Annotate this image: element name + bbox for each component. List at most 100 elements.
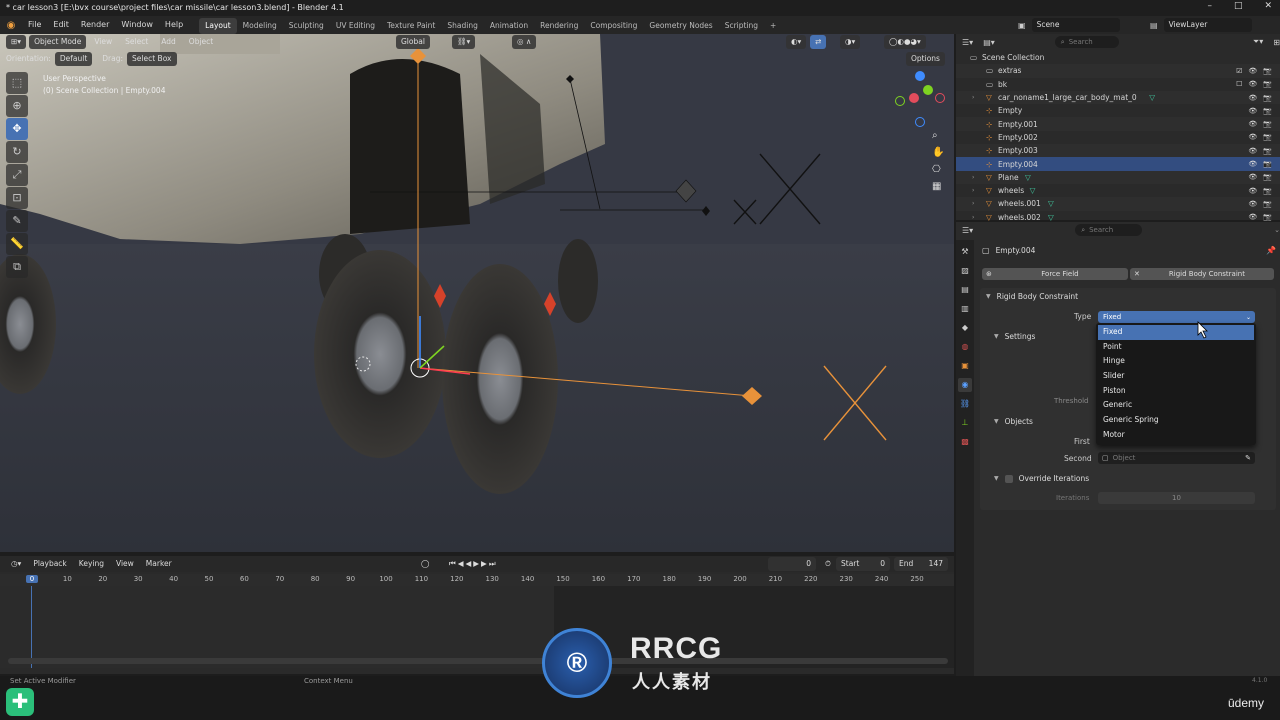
- visibility-icon[interactable]: ◐▾: [786, 35, 807, 49]
- tool-tab-icon[interactable]: ⚒: [958, 245, 972, 259]
- mode-dropdown[interactable]: Object Mode: [29, 35, 87, 49]
- scene-selector[interactable]: ▣ Scene: [1018, 18, 1120, 32]
- outliner-row[interactable]: ▭ Scene Collection: [956, 51, 1280, 64]
- render-camera-icon[interactable]: 📷: [1263, 160, 1272, 168]
- start-frame-field[interactable]: Start 0: [836, 557, 890, 571]
- override-checkbox[interactable]: [1004, 474, 1013, 483]
- tab-texture-paint[interactable]: Texture Paint: [381, 18, 441, 34]
- snap-icon[interactable]: ⛓▾: [452, 35, 476, 49]
- render-camera-icon[interactable]: 📷: [1263, 94, 1272, 102]
- type-option-generic-spring[interactable]: Generic Spring: [1098, 413, 1254, 428]
- type-option-slider[interactable]: Slider: [1098, 369, 1254, 384]
- 3d-viewport[interactable]: ⌕ ✋ ⎔ ▦ User Perspective (0) Scene Colle…: [0, 34, 954, 552]
- outliner-row[interactable]: ⊹ Empty 👁 📷: [956, 104, 1280, 117]
- eye-icon[interactable]: 👁: [1248, 80, 1257, 88]
- objects-subpanel-header[interactable]: ▼ Objects: [994, 417, 1033, 426]
- zoom-icon[interactable]: ⌕: [932, 130, 944, 141]
- transform-orientation-dropdown[interactable]: Global: [396, 35, 430, 49]
- view-layer-field[interactable]: ViewLayer: [1163, 18, 1252, 32]
- eye-icon[interactable]: 👁: [1248, 94, 1257, 102]
- annotate-icon[interactable]: ✎: [6, 210, 28, 232]
- nav-gizmo-z[interactable]: [915, 71, 925, 81]
- render-camera-icon[interactable]: 📷: [1263, 187, 1272, 195]
- eye-icon[interactable]: 👁: [1248, 213, 1257, 221]
- type-option-hinge[interactable]: Hinge: [1098, 354, 1254, 369]
- outliner-editor-icon[interactable]: ☰▾: [962, 38, 973, 47]
- nav-gizmo-neg-z[interactable]: [915, 117, 925, 127]
- measure-icon[interactable]: 📏: [6, 233, 28, 255]
- menu-object[interactable]: Object: [184, 35, 218, 49]
- outliner-display-mode-icon[interactable]: ▤▾: [983, 38, 995, 47]
- output-tab-icon[interactable]: ▤: [958, 283, 972, 297]
- force-field-button[interactable]: ⊛ Force Field: [982, 268, 1128, 280]
- orientation-dropdown[interactable]: Default: [54, 52, 93, 66]
- expand-arrow-icon[interactable]: ›: [972, 200, 974, 207]
- menu-select[interactable]: Select: [120, 35, 153, 49]
- texture-tab-icon[interactable]: ▩: [958, 435, 972, 449]
- menu-view[interactable]: View: [89, 35, 117, 49]
- new-collection-icon[interactable]: ⊞: [1273, 38, 1280, 47]
- filter-icon[interactable]: ⏷▾: [1253, 37, 1263, 47]
- outliner-row[interactable]: › ▽ wheels.001 ▽ 👁 📷: [956, 197, 1280, 211]
- pin-icon[interactable]: 📌: [1266, 246, 1276, 255]
- panel-header[interactable]: ▼ Rigid Body Constraint: [986, 292, 1078, 301]
- camera-icon[interactable]: ⎔: [932, 164, 944, 175]
- nav-gizmo-y[interactable]: [923, 85, 933, 95]
- rotate-icon[interactable]: ↻: [6, 141, 28, 163]
- eye-icon[interactable]: 👁: [1248, 147, 1257, 155]
- tab-layout[interactable]: Layout: [199, 17, 237, 34]
- render-camera-icon[interactable]: 📷: [1263, 107, 1272, 115]
- mesh-data-icon[interactable]: ▽: [1048, 199, 1054, 208]
- options-dropdown[interactable]: Options: [906, 52, 945, 66]
- menu-window[interactable]: Window: [115, 16, 159, 34]
- data-tab-icon[interactable]: ⊥: [958, 416, 972, 430]
- outliner[interactable]: ☰▾ ▤▾ ⌕ Search ⏷▾ ⊞ ▭ Scene Collection ▭ ex…: [956, 34, 1280, 222]
- render-camera-icon[interactable]: 📷: [1263, 147, 1272, 155]
- record-icon[interactable]: ◯: [416, 557, 434, 571]
- outliner-row[interactable]: ⊹ Empty.002 👁 📷: [956, 131, 1280, 144]
- render-camera-icon[interactable]: 📷: [1263, 80, 1272, 88]
- render-camera-icon[interactable]: 📷: [1263, 173, 1272, 181]
- render-camera-icon[interactable]: 📷: [1263, 200, 1272, 208]
- expand-arrow-icon[interactable]: ›: [972, 94, 974, 101]
- menu-file[interactable]: File: [22, 16, 47, 34]
- type-option-point[interactable]: Point: [1098, 340, 1254, 355]
- tab-shading[interactable]: Shading: [441, 18, 483, 34]
- playhead-frame-label[interactable]: 0: [26, 575, 38, 583]
- eye-icon[interactable]: 👁: [1248, 67, 1257, 75]
- settings-subpanel-header[interactable]: ▼ Settings: [994, 332, 1035, 341]
- drag-dropdown[interactable]: Select Box: [127, 52, 177, 66]
- view-layer-tab-icon[interactable]: ▥: [958, 302, 972, 316]
- mesh-data-icon[interactable]: ▽: [1149, 93, 1155, 102]
- rigid-body-constraint-button[interactable]: ✕ Rigid Body Constraint: [1130, 268, 1274, 280]
- expand-arrow-icon[interactable]: ›: [972, 174, 974, 181]
- type-dropdown[interactable]: Fixed ⌄: [1098, 311, 1255, 323]
- add-cube-icon[interactable]: ⧉: [6, 256, 28, 278]
- type-option-motor[interactable]: Motor: [1098, 428, 1254, 443]
- scene-tab-icon[interactable]: ◆: [958, 321, 972, 335]
- world-tab-icon[interactable]: ◍: [958, 340, 972, 354]
- mesh-data-icon[interactable]: ▽: [1025, 173, 1031, 182]
- type-option-generic[interactable]: Generic: [1098, 398, 1254, 413]
- playback-controls[interactable]: ⏮◀◀▶▶⏭: [444, 557, 503, 571]
- menu-keying[interactable]: Keying: [74, 557, 109, 571]
- render-tab-icon[interactable]: ▨: [958, 264, 972, 278]
- properties-editor-icon[interactable]: ☰▾: [962, 226, 973, 235]
- maximize-button[interactable]: □: [1234, 1, 1243, 11]
- outliner-row[interactable]: › ▽ car_noname1_large_car_body_mat_0 ▽ 👁 📷: [956, 90, 1280, 105]
- menu-add[interactable]: Add: [156, 35, 181, 49]
- menu-edit[interactable]: Edit: [47, 16, 75, 34]
- transform-icon[interactable]: ⊡: [6, 187, 28, 209]
- menu-playback[interactable]: Playback: [28, 557, 71, 571]
- scale-icon[interactable]: ⤢: [6, 164, 28, 186]
- shading-modes[interactable]: ◯◐●◕▾: [884, 35, 926, 49]
- playhead-line[interactable]: [31, 586, 32, 668]
- scene-field[interactable]: Scene: [1031, 18, 1120, 32]
- add-workspace-button[interactable]: +: [764, 18, 782, 34]
- outliner-row[interactable]: › ▽ Plane ▽ 👁 📷: [956, 170, 1280, 184]
- cursor-icon[interactable]: ⊕: [6, 95, 28, 117]
- gizmo-toggle-icon[interactable]: ⇄: [810, 35, 827, 49]
- grid-icon[interactable]: ▦: [932, 181, 944, 192]
- editor-type-button[interactable]: ⊞▾: [6, 35, 27, 49]
- eye-icon[interactable]: 👁: [1248, 187, 1257, 195]
